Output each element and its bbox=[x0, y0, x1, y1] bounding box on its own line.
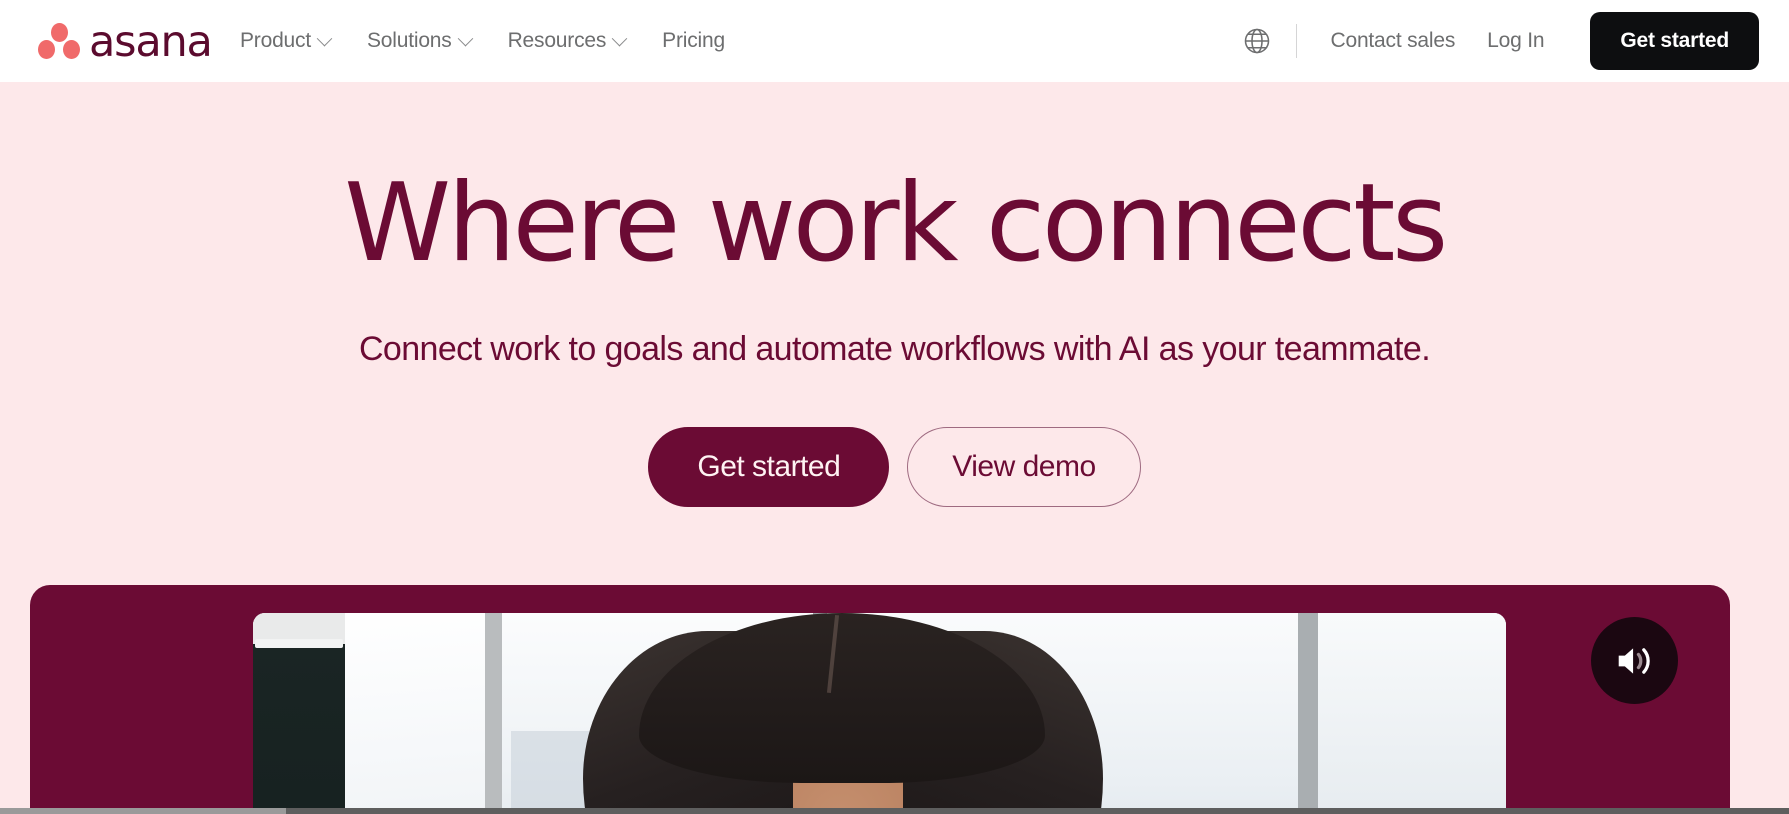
hero-video-player[interactable] bbox=[253, 613, 1506, 814]
nav-item-product[interactable]: Product bbox=[240, 29, 333, 53]
horizontal-scrollbar-track[interactable] bbox=[0, 808, 1789, 814]
log-in-link[interactable]: Log In bbox=[1471, 29, 1560, 53]
primary-navigation: Product Solutions Resources Pricing bbox=[240, 0, 725, 82]
nav-item-solutions[interactable]: Solutions bbox=[366, 29, 473, 53]
hero-subtitle: Connect work to goals and automate workf… bbox=[358, 330, 1431, 368]
site-header: asana Product Solutions Resources Pricin… bbox=[0, 0, 1789, 82]
video-scene-image bbox=[253, 613, 1506, 814]
page-title: Where work connects bbox=[344, 161, 1448, 286]
hero-video-frame bbox=[30, 585, 1730, 814]
horizontal-scrollbar-thumb[interactable] bbox=[0, 808, 286, 814]
chevron-down-icon bbox=[316, 30, 333, 46]
nav-item-pricing[interactable]: Pricing bbox=[662, 29, 725, 53]
volume-on-icon[interactable] bbox=[1591, 617, 1678, 704]
chevron-down-icon bbox=[457, 30, 473, 46]
hero-cta-group: Get started View demo bbox=[0, 427, 1789, 507]
hero-view-demo-button[interactable]: View demo bbox=[907, 427, 1141, 507]
hero-section: Where work connects Connect work to goal… bbox=[0, 82, 1789, 814]
nav-item-resources[interactable]: Resources bbox=[507, 29, 628, 53]
header-right-cluster: Contact sales Log In Get started bbox=[1234, 0, 1759, 82]
hero-get-started-button[interactable]: Get started bbox=[648, 427, 890, 507]
header-divider bbox=[1295, 24, 1297, 58]
header-get-started-button[interactable]: Get started bbox=[1590, 12, 1759, 70]
nav-item-product-label: Product bbox=[240, 29, 311, 52]
nav-item-pricing-label: Pricing bbox=[662, 29, 725, 52]
asana-wordmark: asana bbox=[89, 16, 213, 67]
asana-logo-mark-icon bbox=[38, 23, 80, 59]
globe-icon[interactable] bbox=[1234, 18, 1280, 64]
contact-sales-link[interactable]: Contact sales bbox=[1315, 29, 1472, 53]
asana-logo[interactable]: asana bbox=[38, 16, 213, 67]
nav-item-resources-label: Resources bbox=[507, 29, 607, 52]
nav-item-solutions-label: Solutions bbox=[366, 29, 452, 52]
chevron-down-icon bbox=[611, 30, 628, 46]
